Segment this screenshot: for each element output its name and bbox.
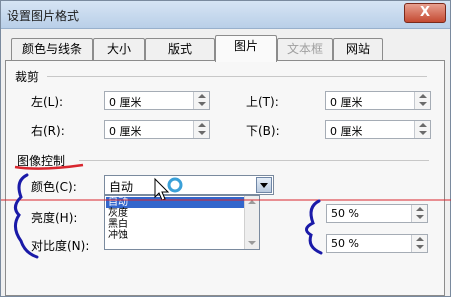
crop-bottom-spinner[interactable]: 0 厘米 bbox=[325, 120, 431, 139]
tab-strip: 颜色与线条 大小 版式 图片 文本框 网站 bbox=[7, 35, 447, 62]
contrast-label: 对比度(N): bbox=[31, 239, 90, 253]
crop-right-value: 0 厘米 bbox=[109, 125, 142, 138]
tab-size[interactable]: 大小 bbox=[93, 38, 145, 61]
spinner-arrows[interactable] bbox=[411, 235, 427, 252]
color-select[interactable]: 自动 bbox=[104, 175, 274, 195]
brightness-spinner[interactable]: 50 % bbox=[326, 204, 428, 223]
tab-text-box: 文本框 bbox=[277, 38, 333, 61]
crop-right-label: 右(R): bbox=[31, 124, 65, 138]
spinner-arrows[interactable] bbox=[414, 92, 430, 109]
color-label: 颜色(C): bbox=[31, 180, 77, 194]
crop-top-spinner[interactable]: 0 厘米 bbox=[325, 91, 431, 110]
crop-left-value: 0 厘米 bbox=[109, 96, 142, 109]
tab-web[interactable]: 网站 bbox=[333, 38, 383, 61]
spinner-arrows[interactable] bbox=[193, 121, 209, 138]
spinner-arrows[interactable] bbox=[193, 92, 209, 109]
close-button[interactable]: X bbox=[404, 3, 446, 23]
color-option-grayscale[interactable]: 灰度 bbox=[106, 208, 244, 219]
crop-left-label: 左(L): bbox=[31, 95, 64, 109]
image-control-separator bbox=[79, 160, 429, 161]
tab-colors-lines[interactable]: 颜色与线条 bbox=[11, 38, 93, 61]
busy-spinner-icon bbox=[167, 177, 183, 193]
image-control-heading: 图像控制 bbox=[17, 154, 66, 168]
crop-bottom-label: 下(B): bbox=[246, 124, 280, 138]
title-bar: 设置图片格式 X bbox=[1, 1, 450, 29]
crop-separator bbox=[47, 76, 427, 77]
contrast-value: 50 % bbox=[331, 237, 359, 250]
spinner-arrows[interactable] bbox=[411, 205, 427, 222]
brightness-value: 50 % bbox=[331, 207, 359, 220]
dropdown-arrow-button[interactable] bbox=[256, 177, 272, 193]
crop-right-spinner[interactable]: 0 厘米 bbox=[104, 120, 210, 139]
color-select-value: 自动 bbox=[109, 180, 134, 194]
tab-picture[interactable]: 图片 bbox=[215, 35, 277, 62]
brightness-label: 亮度(H): bbox=[31, 211, 78, 225]
spinner-arrows[interactable] bbox=[414, 121, 430, 138]
color-option-washout[interactable]: 冲蚀 bbox=[106, 230, 244, 241]
crop-heading: 裁剪 bbox=[15, 70, 40, 84]
contrast-spinner[interactable]: 50 % bbox=[326, 234, 428, 253]
crop-top-value: 0 厘米 bbox=[330, 96, 363, 109]
list-scrollbar[interactable] bbox=[244, 196, 259, 249]
dialog-title: 设置图片格式 bbox=[7, 9, 80, 23]
format-picture-dialog: 设置图片格式 X 颜色与线条 大小 版式 图片 文本框 网站 裁剪 左(L): … bbox=[0, 0, 451, 297]
color-option-black-white[interactable]: 黑白 bbox=[106, 219, 244, 230]
mouse-cursor-icon bbox=[154, 177, 183, 201]
crop-top-label: 上(T): bbox=[246, 95, 279, 109]
tab-layout[interactable]: 版式 bbox=[145, 38, 215, 61]
crop-left-spinner[interactable]: 0 厘米 bbox=[104, 91, 210, 110]
crop-bottom-value: 0 厘米 bbox=[330, 125, 363, 138]
